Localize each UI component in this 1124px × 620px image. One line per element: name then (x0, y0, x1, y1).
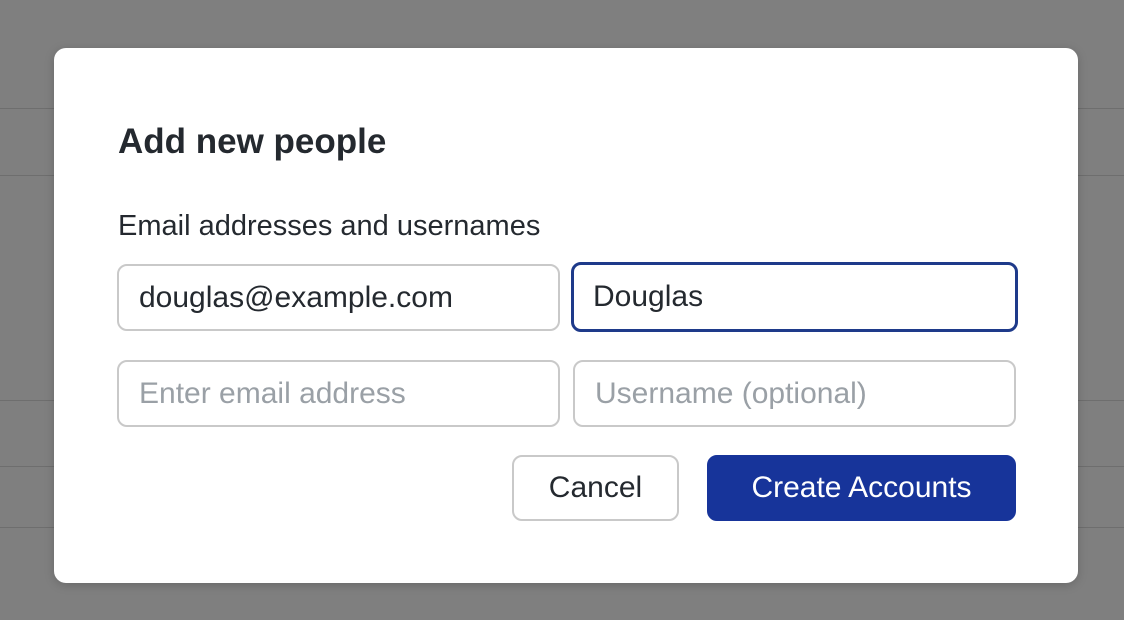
email-input-row-2[interactable] (117, 360, 560, 427)
email-input-row-1[interactable] (117, 264, 560, 331)
create-accounts-button[interactable]: Create Accounts (707, 455, 1016, 521)
dialog-title: Add new people (118, 122, 387, 161)
emails-usernames-label: Email addresses and usernames (118, 210, 541, 242)
username-input-row-1[interactable] (571, 262, 1018, 332)
cancel-button[interactable]: Cancel (512, 455, 679, 521)
add-people-dialog: Add new people Email addresses and usern… (54, 48, 1078, 583)
username-input-row-2[interactable] (573, 360, 1016, 427)
